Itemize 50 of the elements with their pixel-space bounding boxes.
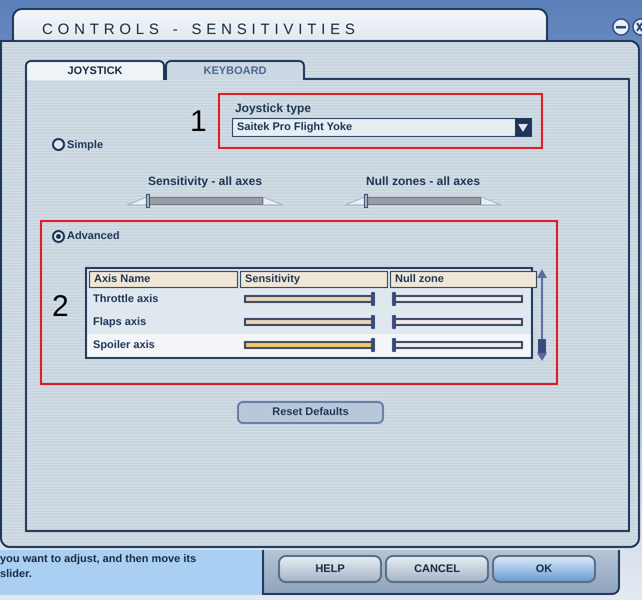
help-text: you want to adjust, and then move its slider. — [0, 550, 262, 595]
slider[interactable] — [127, 194, 283, 208]
table-row[interactable]: Flaps axis — [87, 310, 531, 334]
slider[interactable] — [392, 341, 523, 349]
slider-label: Null zones - all axes — [366, 173, 480, 190]
table-row[interactable]: Throttle axis — [87, 288, 531, 310]
joystick-dropdown[interactable]: Saitek Pro Flight Yoke — [232, 118, 532, 137]
radio-button[interactable] — [52, 138, 65, 152]
tab[interactable]: JOYSTICK — [25, 60, 165, 80]
slider-end-icon — [345, 196, 365, 206]
slider-thumb[interactable] — [364, 194, 368, 208]
slider[interactable] — [345, 194, 501, 208]
field-label: Joystick type — [235, 100, 312, 117]
radio-label: Advanced — [67, 229, 120, 244]
slider[interactable] — [392, 318, 523, 326]
table-cell-text: Flaps axis — [92, 314, 148, 330]
scrollbar[interactable] — [536, 268, 548, 360]
table-cell-text: Spoiler axis — [92, 338, 156, 353]
callout-number: 1 — [190, 107, 208, 137]
slider-thumb[interactable] — [392, 315, 396, 329]
tab[interactable]: KEYBOARD — [165, 60, 305, 80]
table-cell-text: Throttle axis — [92, 292, 160, 307]
radio-label: Simple — [67, 138, 104, 152]
slider[interactable] — [244, 341, 375, 349]
table-row[interactable]: Spoiler axis — [87, 334, 531, 356]
slider[interactable] — [244, 318, 375, 326]
slider-end-icon — [127, 196, 147, 206]
slider-end-icon — [481, 196, 501, 206]
callout-number: 2 — [52, 292, 70, 322]
dialog-button[interactable]: OK — [492, 555, 596, 583]
column-header: Null zone — [390, 270, 537, 288]
slider-thumb[interactable] — [392, 292, 396, 306]
dialog-button[interactable]: HELP — [278, 555, 382, 583]
slider-thumb[interactable] — [146, 194, 150, 208]
dialog-button[interactable]: CANCEL — [385, 555, 489, 583]
column-header: Axis Name — [89, 270, 238, 288]
slider-thumb[interactable] — [371, 315, 375, 329]
slider[interactable] — [392, 295, 523, 303]
reset-defaults-button[interactable]: Reset Defaults — [237, 401, 384, 424]
close-icon[interactable] — [632, 18, 642, 36]
slider-end-icon — [263, 196, 283, 206]
slider-label: Sensitivity - all axes — [148, 173, 262, 190]
minimize-icon[interactable] — [612, 18, 630, 36]
window-title: CONTROLS - SENSITIVITIES — [12, 8, 548, 42]
slider-thumb[interactable] — [371, 292, 375, 306]
slider[interactable] — [244, 295, 375, 303]
slider-thumb[interactable] — [392, 338, 396, 352]
column-header: Sensitivity — [240, 270, 388, 288]
slider-thumb[interactable] — [371, 338, 375, 352]
radio-button[interactable] — [52, 230, 65, 243]
